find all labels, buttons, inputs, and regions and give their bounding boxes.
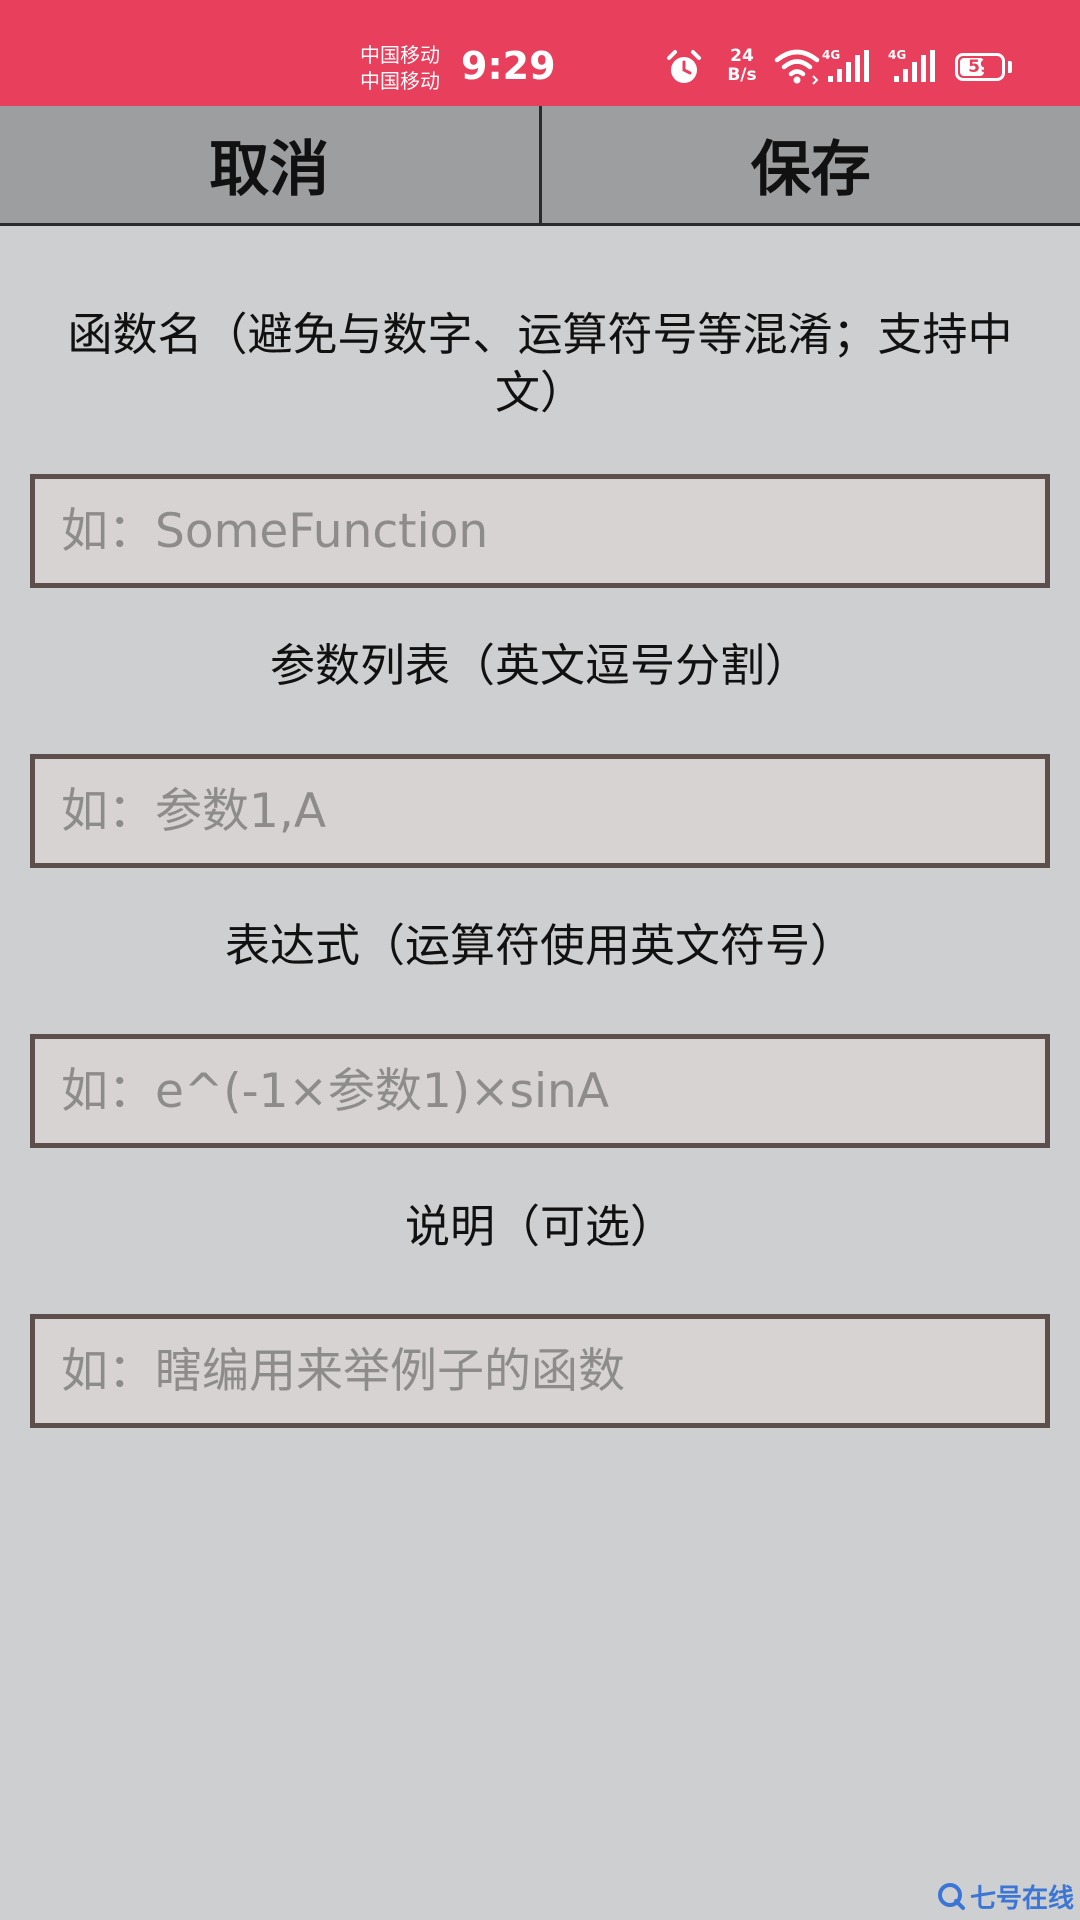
carrier-2-label: 中国移动 <box>360 69 440 93</box>
status-time: 9:29 <box>461 44 556 88</box>
wifi-icon <box>774 49 820 85</box>
carrier-info: 中国移动 中国移动 <box>360 42 440 94</box>
watermark-logo-icon <box>937 1883 965 1910</box>
parameters-label: 参数列表（英文逗号分割） <box>269 639 810 692</box>
cancel-button[interactable]: 取消 <box>0 106 539 223</box>
toolbar: 取消 保存 <box>0 106 1080 226</box>
carrier-1-label: 中国移动 <box>360 43 440 67</box>
battery-level: 59 <box>968 57 992 77</box>
description-input[interactable] <box>30 1314 1050 1428</box>
net-speed-value: 24 <box>730 46 754 66</box>
parameters-input[interactable] <box>30 754 1050 868</box>
signal-icon: 4G <box>888 48 940 84</box>
net-speed: 24 B/s <box>722 47 762 85</box>
signal-icon: 4G <box>822 48 874 84</box>
battery-tip <box>1008 61 1012 73</box>
function-name-input[interactable] <box>30 474 1050 588</box>
status-bar: 中国移动 中国移动 9:29 24 B/s 4G 4G 59 <box>0 0 1080 106</box>
battery-icon: 59 <box>955 53 1005 81</box>
function-name-label: 函数名（避免与数字、运算符号等混淆；支持中文） <box>67 308 1013 419</box>
net-speed-unit: B/s <box>727 65 757 85</box>
save-button[interactable]: 保存 <box>542 106 1080 223</box>
watermark: 七号在线 <box>936 1878 1074 1914</box>
alarm-icon <box>667 50 701 83</box>
expression-input[interactable] <box>30 1034 1050 1148</box>
description-label: 说明（可选） <box>404 1200 675 1253</box>
expression-label: 表达式（运算符使用英文符号） <box>224 919 855 972</box>
watermark-text: 七号在线 <box>969 1883 1074 1914</box>
